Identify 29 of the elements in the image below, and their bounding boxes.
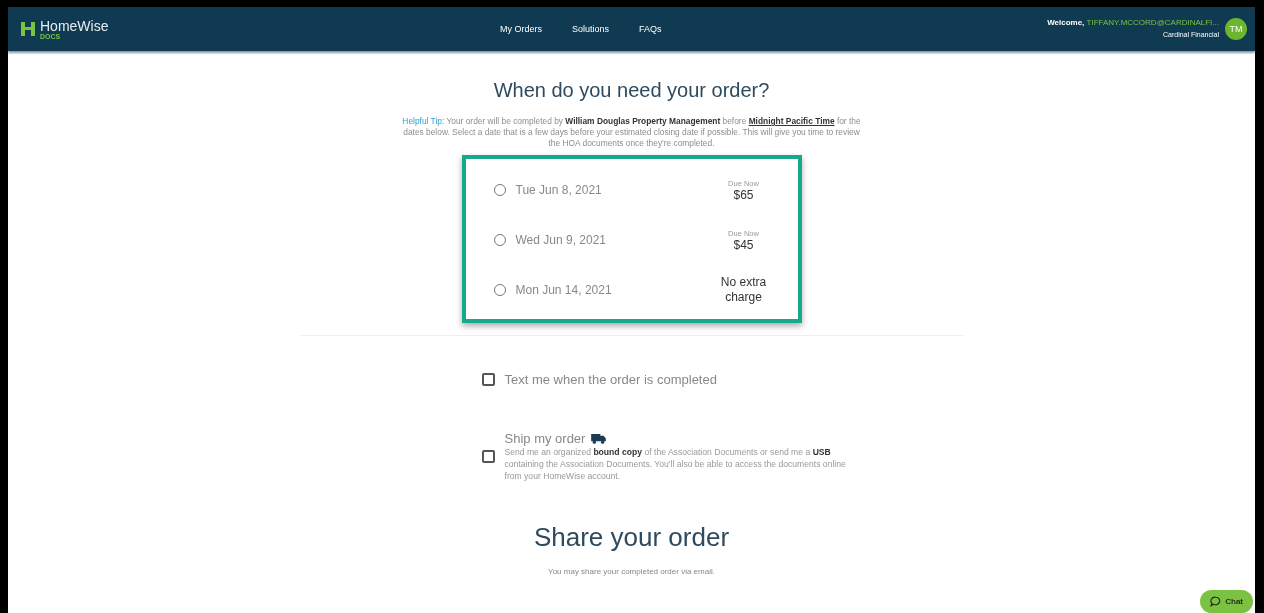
user-email: TIFFANY.MCCORD@CARDINALFI...: [1086, 18, 1219, 27]
checkbox-label[interactable]: Ship my order: [504, 431, 586, 446]
price-text: No extra charge: [719, 275, 768, 305]
share-description: You may share your completed order via email.: [548, 567, 715, 576]
checkbox-label[interactable]: Text me when the order is completed: [504, 372, 717, 387]
price-text: $65: [733, 187, 754, 202]
radio-button[interactable]: [493, 284, 506, 296]
nav-link[interactable]: My Orders: [500, 24, 542, 34]
date-label[interactable]: Wed Jun 9, 2021: [515, 233, 704, 247]
helpful-tip: Helpful Tip: Your order will be completed by William Douglas Property Management before Midnight Pacific Time for the dates below. Select a date that is a few days before your estimated closing date if possible. This will give you time to review the HOA documents once they're completed.: [401, 116, 862, 149]
shipping-description: Send me an organized bound copy of the Association Documents or send me a USB containing the Association Documents. You'll also be able to access the documents online from your HomeWise account.: [504, 446, 847, 482]
checkbox[interactable]: [481, 373, 495, 386]
nav-link[interactable]: Solutions: [572, 24, 610, 34]
radio-button[interactable]: [493, 184, 506, 196]
date-label[interactable]: Tue Jun 8, 2021: [515, 183, 704, 197]
checkbox[interactable]: [481, 450, 495, 463]
chat-button[interactable]: Chat: [1200, 590, 1253, 613]
radio-button[interactable]: [493, 234, 506, 246]
nav-link[interactable]: FAQs: [639, 24, 662, 34]
welcome-text: Welcome,: [1047, 18, 1085, 27]
date-label[interactable]: Mon Jun 14, 2021: [515, 283, 704, 297]
truck-icon: [591, 433, 607, 444]
logo-icon: [20, 21, 36, 37]
logo-text: HomeWise: [40, 18, 109, 33]
page-heading: When do you need your order?: [493, 79, 770, 102]
section-heading: Share your order: [533, 522, 730, 553]
user-avatar[interactable]: TM: [1225, 18, 1247, 40]
price-text: $45: [733, 237, 754, 252]
chat-icon: [1210, 596, 1222, 607]
